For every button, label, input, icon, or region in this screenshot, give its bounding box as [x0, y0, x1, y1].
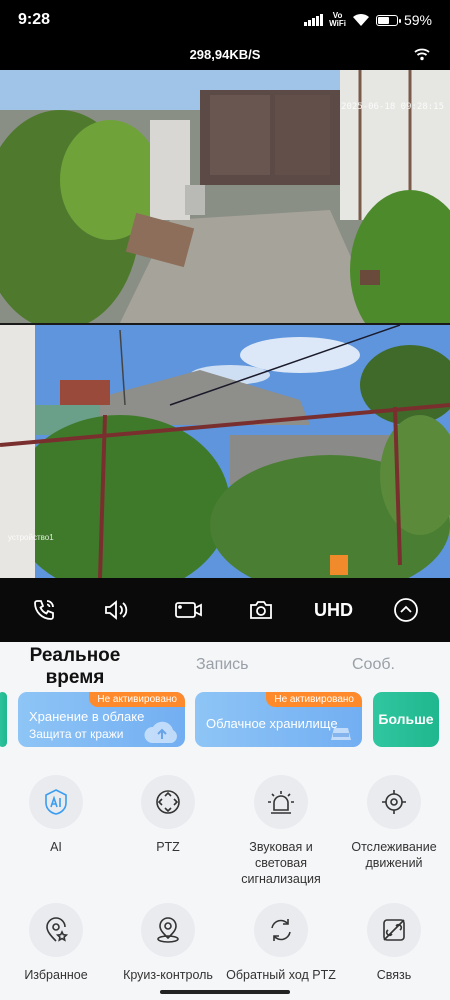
home-indicator[interactable] — [160, 990, 290, 994]
tab-realtime[interactable]: Реальное время — [20, 645, 130, 689]
card-subtitle: Защита от кражи — [29, 727, 124, 741]
connection-wifi-icon — [414, 48, 430, 61]
service-card-cloud-storage-theft[interactable]: Не активировано Хранение в облаке Защита… — [18, 692, 185, 747]
status-badge: Не активировано — [266, 692, 362, 707]
service-card-more[interactable]: Больше — [373, 692, 439, 747]
status-badge: Не активировано — [89, 692, 185, 707]
battery-icon — [375, 14, 401, 26]
speaker-icon — [105, 600, 128, 620]
feature-ptz[interactable]: PTZ — [112, 775, 224, 855]
ptz-return-icon — [271, 919, 291, 941]
camera-2-label: устройство1 — [8, 533, 54, 542]
quality-uhd-button[interactable]: UHD — [313, 590, 353, 630]
battery-percent: 59% — [403, 12, 432, 28]
camera-1-timestamp: 2025-06-18 09:28:15 — [341, 102, 444, 112]
card-title: Хранение в облаке — [29, 709, 145, 724]
status-bar: 9:28 Vo WiFi 59% — [0, 0, 450, 40]
feature-label: Отслеживание движений — [351, 840, 437, 870]
tab-messages[interactable]: Сооб. — [352, 656, 395, 674]
siren-light-icon — [268, 791, 294, 814]
more-label: Больше — [378, 711, 434, 727]
expand-button[interactable] — [386, 590, 426, 630]
wifi-icon — [352, 13, 369, 26]
vowifi-icon: Vo WiFi — [329, 11, 346, 28]
cellular-signal-icon — [304, 14, 324, 26]
cloud-drive-icon — [331, 728, 351, 740]
view-tabs: Реальное время Запись Сооб. — [0, 642, 450, 688]
feature-favorites[interactable]: Избранное — [0, 903, 112, 983]
playback-control-bar: UHD — [0, 578, 450, 642]
card-title: Облачное хранилище — [206, 716, 338, 731]
camera-2-feed-image — [0, 325, 450, 578]
favorite-location-icon — [46, 917, 69, 942]
motion-tracking-icon — [382, 790, 406, 814]
record-video-button[interactable] — [169, 590, 209, 630]
feature-label: Круиз-контроль — [123, 968, 213, 982]
link-icon — [383, 919, 405, 941]
photo-camera-icon — [250, 601, 273, 619]
phone-call-icon — [34, 600, 55, 620]
ai-icon — [45, 789, 67, 815]
sound-toggle-button[interactable] — [96, 590, 136, 630]
status-icons: Vo WiFi 59% — [304, 12, 432, 28]
feature-motion-tracking[interactable]: Отслеживание движений — [338, 775, 450, 871]
video-camera-icon — [174, 602, 202, 618]
snapshot-button[interactable] — [241, 590, 281, 630]
call-button[interactable] — [24, 590, 64, 630]
feature-siren-light[interactable]: Звуковая и световая сигнализация — [225, 775, 337, 887]
feature-ai[interactable]: AI — [0, 775, 112, 855]
ptz-icon — [156, 790, 180, 814]
service-cards-row: Не активировано Хранение в облаке Защита… — [0, 690, 450, 748]
feature-link[interactable]: Связь — [338, 903, 450, 983]
service-card-cloud-storage[interactable]: Не активировано Облачное хранилище — [195, 692, 362, 747]
cruise-location-icon — [157, 917, 179, 943]
tab-recording[interactable]: Запись — [196, 656, 249, 674]
status-time: 9:28 — [18, 11, 51, 28]
service-card-partial[interactable] — [0, 692, 7, 747]
feature-label: Обратный ход PTZ — [226, 968, 336, 982]
cloud-upload-icon — [144, 721, 177, 743]
feature-cruise-control[interactable]: Круиз-контроль — [112, 903, 224, 983]
camera-view-1[interactable]: 2025-06-18 09:28:15 — [0, 70, 450, 323]
feature-label: PTZ — [156, 840, 180, 854]
feature-label: Избранное — [24, 968, 88, 982]
chevron-up-icon — [393, 598, 418, 622]
feature-label: Звуковая и световая сигнализация — [241, 840, 321, 886]
feature-label: AI — [50, 840, 62, 854]
stream-speed: 298,94KB/S — [189, 47, 261, 62]
stream-info-bar: 298,94KB/S — [0, 40, 450, 70]
feature-label: Связь — [376, 968, 412, 982]
feature-ptz-return[interactable]: Обратный ход PTZ — [225, 903, 337, 983]
camera-view-2[interactable]: устройство1 — [0, 325, 450, 578]
